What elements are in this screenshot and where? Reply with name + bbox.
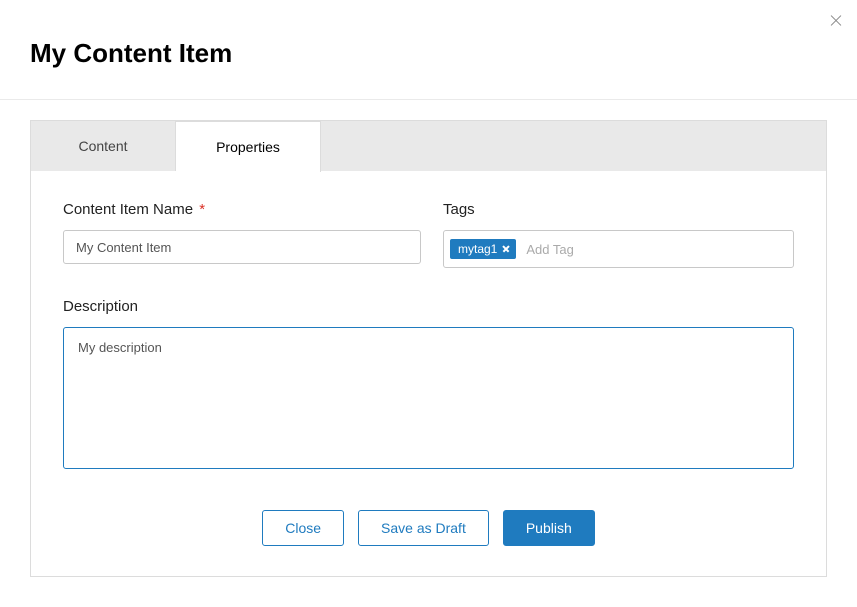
tag-chip-label: mytag1 bbox=[458, 242, 497, 256]
tag-remove-icon[interactable] bbox=[502, 245, 510, 253]
tags-label: Tags bbox=[443, 201, 794, 218]
field-group-tags: Tags mytag1 bbox=[443, 201, 794, 268]
publish-button[interactable]: Publish bbox=[503, 510, 595, 546]
content-name-input[interactable] bbox=[63, 230, 421, 264]
tags-input-box[interactable]: mytag1 bbox=[443, 230, 794, 268]
page-title: My Content Item bbox=[30, 38, 827, 69]
tab-label: Properties bbox=[216, 139, 280, 155]
save-draft-button[interactable]: Save as Draft bbox=[358, 510, 489, 546]
action-bar: Close Save as Draft Publish bbox=[63, 510, 794, 546]
tabs-bar: Content Properties bbox=[31, 121, 826, 171]
tab-properties-content: Content Item Name * Tags mytag1 bbox=[31, 171, 826, 576]
name-label-text: Content Item Name bbox=[63, 201, 193, 218]
modal-header: My Content Item bbox=[0, 0, 857, 99]
field-group-description: Description bbox=[63, 298, 794, 474]
tag-chip: mytag1 bbox=[450, 239, 516, 259]
name-label: Content Item Name * bbox=[63, 201, 421, 218]
required-indicator: * bbox=[199, 201, 205, 218]
content-panel: Content Properties Content Item Name * T… bbox=[30, 120, 827, 577]
tab-label: Content bbox=[78, 138, 127, 154]
tag-add-input[interactable] bbox=[522, 239, 787, 260]
description-textarea[interactable] bbox=[63, 327, 794, 469]
field-group-name: Content Item Name * bbox=[63, 201, 421, 268]
close-icon[interactable] bbox=[829, 14, 843, 28]
tab-properties[interactable]: Properties bbox=[176, 121, 321, 172]
close-button[interactable]: Close bbox=[262, 510, 344, 546]
description-label: Description bbox=[63, 298, 794, 315]
tab-content[interactable]: Content bbox=[31, 121, 176, 171]
